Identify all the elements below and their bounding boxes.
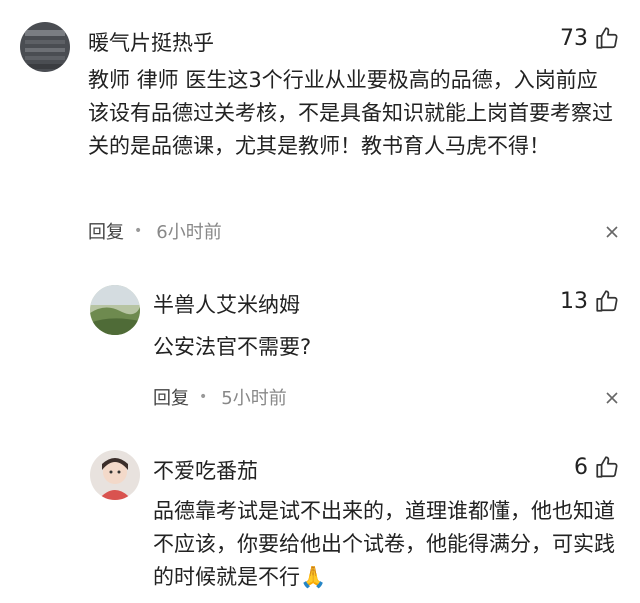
username[interactable]: 半兽人艾米纳姆 — [153, 289, 300, 319]
close-icon[interactable] — [604, 224, 620, 240]
comment-time: 6小时前 — [156, 222, 222, 243]
like-count: 73 — [560, 25, 588, 51]
like-count: 6 — [574, 454, 588, 480]
separator-dot: • — [134, 223, 143, 239]
comment-meta: 回复 • 6小时前 — [88, 218, 222, 244]
reply-button[interactable]: 回复 — [88, 218, 124, 244]
thumbs-up-icon[interactable] — [594, 454, 620, 480]
thumbs-up-icon[interactable] — [594, 288, 620, 314]
like-button[interactable]: 13 — [560, 288, 620, 314]
comment-text: 品德靠考试是试不出来的，道理谁都懂，他也知道不应该，你要给他出个试卷，他能得满分… — [153, 499, 615, 589]
like-count: 13 — [560, 288, 588, 314]
avatar[interactable] — [20, 22, 70, 72]
close-icon[interactable] — [604, 390, 620, 406]
comment-text: 公安法官不需要? — [153, 335, 312, 359]
username[interactable]: 不爱吃番茄 — [153, 455, 258, 485]
like-button[interactable]: 73 — [560, 25, 620, 51]
like-button[interactable]: 6 — [574, 454, 620, 480]
comment-meta: 回复 • 5小时前 — [153, 384, 287, 410]
avatar[interactable] — [90, 450, 140, 500]
comment-text: 教师 律师 医生这3个行业从业要极高的品德，入岗前应该设有品德过关考核，不是具备… — [88, 68, 613, 158]
thumbs-up-icon[interactable] — [594, 25, 620, 51]
comment-time: 5小时前 — [221, 388, 287, 409]
username[interactable]: 暖气片挺热乎 — [88, 27, 214, 57]
reply-button[interactable]: 回复 — [153, 384, 189, 410]
separator-dot: • — [199, 389, 208, 405]
avatar[interactable] — [90, 285, 140, 335]
